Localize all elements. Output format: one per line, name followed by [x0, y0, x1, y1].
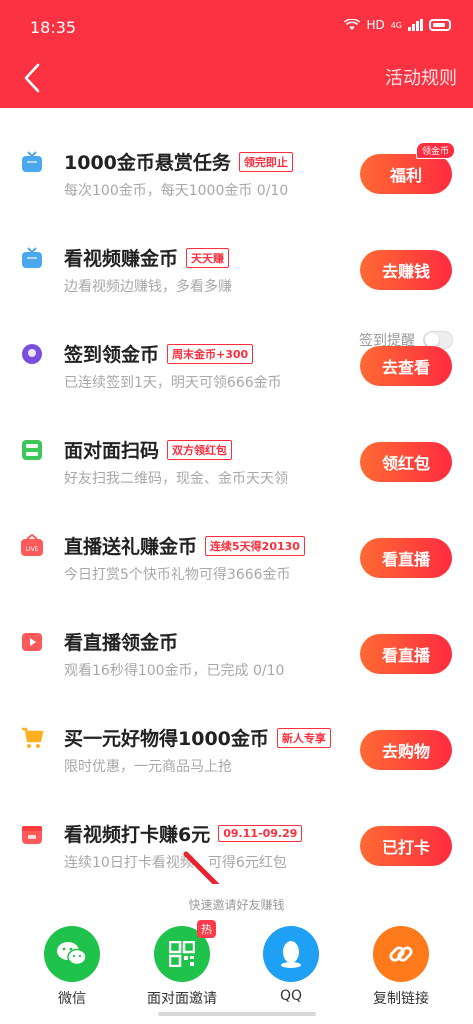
earn-button[interactable]: 去赚钱: [360, 250, 452, 290]
task-title: 1000金币悬赏任务: [64, 152, 231, 174]
task-tag: 09.11-09.29: [218, 825, 303, 842]
share-wechat[interactable]: 微信: [22, 926, 122, 1008]
share-label: 复制链接: [373, 991, 429, 1007]
calendar-icon: [22, 826, 42, 844]
task-item-bounty: 1000金币悬赏任务 领完即止 每次100金币，每天1000金币 0/10 福利…: [0, 108, 473, 204]
task-item-watch-video: 看视频赚金币 天天赚 边看视频边赚钱，多看多赚 去赚钱: [0, 204, 473, 300]
task-item-shopping: 买一元好物得1000金币 新人专享 限时优惠，一元商品马上抢 去购物: [0, 684, 473, 780]
task-desc: 今日打赏5个快币礼物可得3666金币: [64, 567, 291, 583]
task-desc: 已连续签到1天，明天可领666金币: [64, 375, 282, 391]
home-indicator: [158, 1012, 316, 1016]
signal-label: 4G: [390, 20, 402, 30]
battery-icon: [429, 19, 451, 31]
share-qq[interactable]: QQ: [241, 926, 341, 1004]
view-button[interactable]: 去查看: [360, 346, 452, 386]
status-time: 18:35: [30, 18, 77, 37]
task-item-live-gift: LIVE 直播送礼赚金币 连续5天得20130 今日打赏5个快币礼物可得3666…: [0, 492, 473, 588]
task-title-row: 看直播领金币: [64, 628, 178, 655]
task-title-row: 面对面扫码 双方领红包: [64, 436, 233, 463]
back-button[interactable]: [14, 60, 50, 96]
header-bar: 18:35 HD 4G 活动规则: [0, 0, 473, 108]
tv-icon: [22, 247, 42, 268]
play-icon: [22, 633, 42, 651]
claim-redpacket-button[interactable]: 领红包: [360, 442, 452, 482]
share-face-invite[interactable]: 热 面对面邀请: [132, 920, 232, 1008]
scan-icon: [22, 440, 42, 460]
welfare-button[interactable]: 福利: [360, 154, 452, 194]
task-tag: 领完即止: [238, 151, 293, 172]
task-desc: 边看视频边赚钱，多看多赚: [64, 279, 232, 295]
task-tag: 双方领红包: [167, 439, 233, 460]
task-title: 看直播领金币: [64, 632, 179, 654]
network-label: HD: [366, 18, 385, 32]
hot-badge: 热: [197, 920, 216, 938]
share-panel: 快速邀请好友赚钱 微信 热 面对面邀请 QQ 复制链接: [0, 884, 473, 1024]
task-item-face-scan: 面对面扫码 双方领红包 好友扫我二维码，现金、金币天天领 领红包: [0, 396, 473, 492]
task-tag: 天天赚: [186, 247, 230, 268]
task-title: 买一元好物得1000金币: [64, 728, 269, 750]
task-title-row: 直播送礼赚金币 连续5天得20130: [64, 532, 305, 559]
task-list: 1000金币悬赏任务 领完即止 每次100金币，每天1000金币 0/10 福利…: [0, 108, 473, 912]
wifi-icon: [344, 19, 361, 30]
task-title-row: 1000金币悬赏任务 领完即止: [64, 148, 293, 175]
task-title-row: 签到领金币 周末金币+300: [64, 340, 254, 367]
share-label: 微信: [58, 991, 86, 1007]
signal-icon: [408, 19, 423, 31]
checked-in-button[interactable]: 已打卡: [360, 826, 452, 866]
watch-live-button[interactable]: 看直播: [360, 538, 452, 578]
svg-text:LIVE: LIVE: [25, 546, 38, 553]
status-bar: 18:35 HD 4G: [0, 0, 473, 56]
task-title: 签到领金币: [64, 344, 160, 366]
tv-icon: [22, 151, 42, 172]
task-desc: 连续10日打卡看视频，可得6元红包: [64, 855, 287, 871]
task-title-row: 看视频打卡赚6元 09.11-09.29: [64, 820, 303, 847]
task-tag: 新人专享: [276, 727, 331, 748]
task-tag: 连续5天得20130: [205, 535, 305, 556]
task-desc: 限时优惠，一元商品马上抢: [64, 759, 232, 775]
task-desc: 每次100金币，每天1000金币 0/10: [64, 183, 289, 199]
qr-code-icon: 热: [154, 920, 216, 982]
shopping-button[interactable]: 去购物: [360, 730, 452, 770]
wechat-icon: [44, 926, 100, 982]
share-label: 面对面邀请: [147, 991, 217, 1007]
task-tag: 周末金币+300: [167, 343, 254, 364]
task-title: 直播送礼赚金币: [64, 536, 198, 558]
location-pin-icon: [22, 344, 42, 364]
status-icons: HD 4G: [344, 18, 451, 32]
cart-icon: [22, 727, 44, 748]
share-title: 快速邀请好友赚钱: [188, 898, 285, 912]
link-icon: [373, 926, 429, 982]
coin-badge: 领金币: [415, 142, 455, 159]
qq-icon: [263, 926, 319, 982]
activity-rules-link[interactable]: 活动规则: [385, 64, 457, 90]
chevron-left-icon: [24, 63, 40, 93]
task-desc: 好友扫我二维码，现金、金币天天领: [64, 471, 288, 487]
share-copy-link[interactable]: 复制链接: [351, 926, 451, 1008]
task-item-watch-live: 看直播领金币 观看16秒得100金币，已完成 0/10 看直播: [0, 588, 473, 684]
task-item-checkin: 签到领金币 周末金币+300 已连续签到1天，明天可领666金币 去查看: [0, 300, 473, 396]
task-title: 看视频打卡赚6元: [64, 824, 211, 846]
task-desc: 观看16秒得100金币，已完成 0/10: [64, 663, 285, 679]
watch-live-button[interactable]: 看直播: [360, 634, 452, 674]
task-title: 看视频赚金币: [64, 248, 179, 270]
share-label: QQ: [279, 988, 303, 1004]
task-title: 面对面扫码: [64, 440, 160, 462]
task-title-row: 买一元好物得1000金币 新人专享: [64, 724, 331, 751]
task-title-row: 看视频赚金币 天天赚: [64, 244, 230, 271]
live-gift-icon: LIVE: [21, 534, 43, 556]
